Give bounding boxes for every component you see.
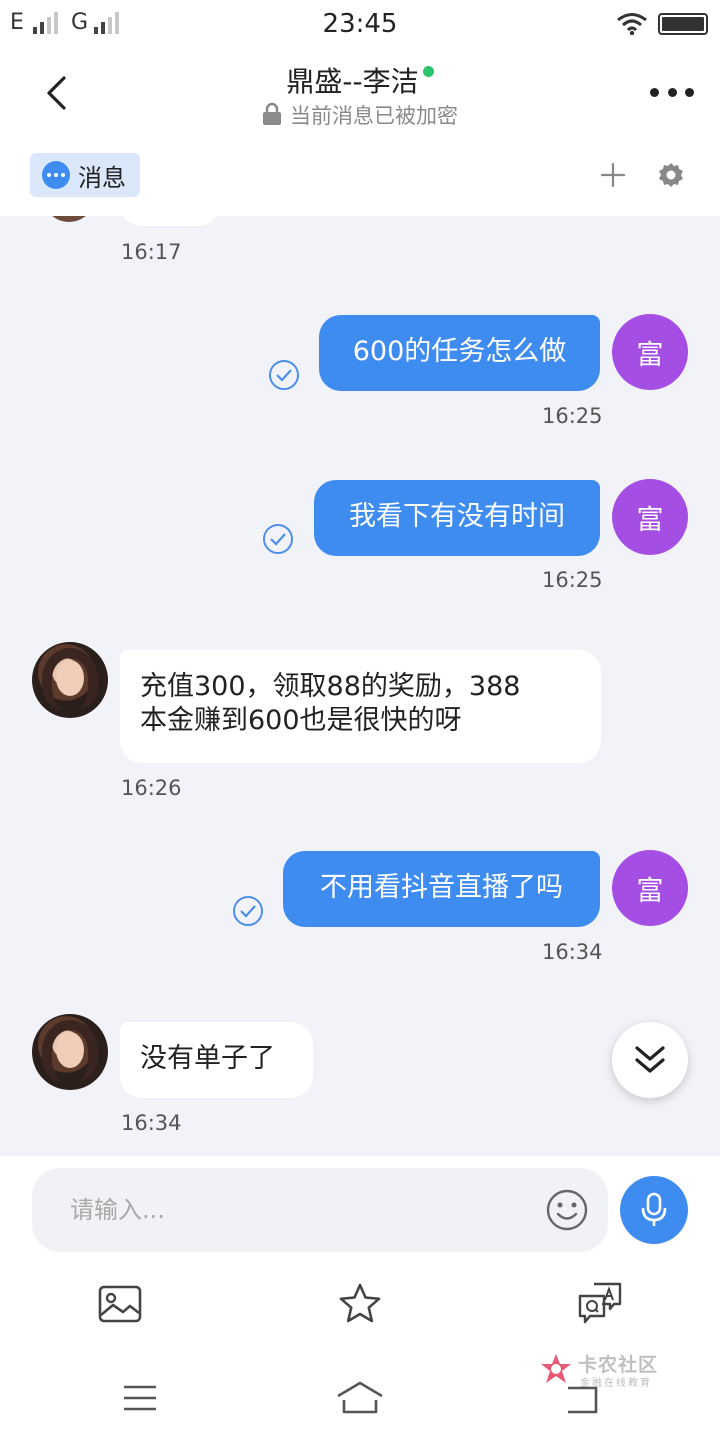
chat-bubble-icon — [42, 161, 70, 189]
lock-icon — [263, 102, 281, 125]
composer-bar — [0, 1156, 720, 1256]
encryption-notice: 当前消息已被加密 — [0, 100, 720, 130]
message-line: 充值300，领取88的奖励，388 — [140, 671, 521, 702]
more-dots-icon[interactable] — [650, 82, 694, 102]
status-bar: E G 23:45 — [0, 0, 720, 48]
message-time: 16:25 — [542, 568, 603, 592]
avatar[interactable] — [32, 642, 108, 718]
translate-icon[interactable] — [576, 1280, 624, 1328]
avatar[interactable]: 富 — [612, 850, 688, 926]
contact-title: 鼎盛--李洁 — [0, 60, 720, 100]
watermark-subtitle: 金融在线教育 — [580, 1378, 652, 1389]
read-check-icon — [233, 896, 263, 926]
message-time: 16:25 — [542, 404, 603, 428]
chat-header: 鼎盛--李洁 当前消息已被加密 — [0, 48, 720, 148]
message-bubble[interactable]: 不用看抖音直播了吗 — [283, 851, 600, 927]
contact-name: 鼎盛--李洁 — [286, 65, 419, 98]
message-bubble[interactable]: 没有单子了 — [120, 1022, 313, 1098]
microphone-icon — [641, 1192, 667, 1226]
watermark-title: 卡农社区 — [578, 1354, 659, 1376]
message-input-box[interactable] — [32, 1168, 608, 1252]
message-bubble[interactable]: 600的任务怎么做 — [319, 315, 600, 391]
voice-input-button[interactable] — [620, 1176, 688, 1244]
message-bubble[interactable]: 充值300，领取88的奖励，388 本金赚到600也是很快的呀 — [120, 650, 601, 763]
avatar[interactable] — [32, 1014, 108, 1090]
message-time: 16:26 — [121, 776, 182, 800]
image-icon[interactable] — [96, 1280, 144, 1328]
tab-messages[interactable]: 消息 — [30, 153, 140, 197]
tab-messages-label: 消息 — [78, 163, 126, 192]
avatar — [38, 216, 100, 222]
avatar[interactable]: 富 — [612, 314, 688, 390]
status-time: 23:45 — [322, 9, 398, 39]
tab-bar: 消息 — [0, 148, 720, 216]
scroll-to-bottom-button[interactable] — [612, 1022, 688, 1098]
emoji-icon[interactable] — [546, 1189, 588, 1231]
message-bubble-partial — [120, 216, 220, 226]
avatar[interactable]: 富 — [612, 479, 688, 555]
message-time: 16:34 — [542, 940, 603, 964]
message-input[interactable] — [32, 1168, 532, 1252]
wifi-icon — [617, 13, 647, 36]
watermark-logo-icon — [541, 1354, 571, 1383]
message-time: 16:17 — [121, 240, 182, 264]
message-line: 本金赚到600也是很快的呀 — [140, 705, 462, 736]
encryption-text: 当前消息已被加密 — [290, 104, 458, 128]
read-check-icon — [263, 524, 293, 554]
online-status-dot — [422, 66, 434, 77]
message-bubble[interactable]: 我看下有没有时间 — [314, 480, 600, 556]
plus-icon[interactable] — [600, 162, 626, 188]
home-icon[interactable] — [336, 1378, 384, 1418]
watermark: 卡农社区 金融在线教育 — [538, 1350, 678, 1392]
read-check-icon — [269, 360, 299, 390]
gear-icon[interactable] — [658, 162, 684, 188]
menu-icon[interactable] — [120, 1378, 160, 1418]
battery-icon — [658, 13, 708, 35]
double-chevron-down-icon — [635, 1046, 665, 1073]
message-list[interactable]: 16:17 600的任务怎么做 富 16:25 我看下有没有时间 富 16:25… — [0, 216, 720, 1156]
star-icon[interactable] — [336, 1280, 384, 1328]
attachment-toolbar — [0, 1256, 720, 1352]
message-time: 16:34 — [121, 1111, 182, 1135]
